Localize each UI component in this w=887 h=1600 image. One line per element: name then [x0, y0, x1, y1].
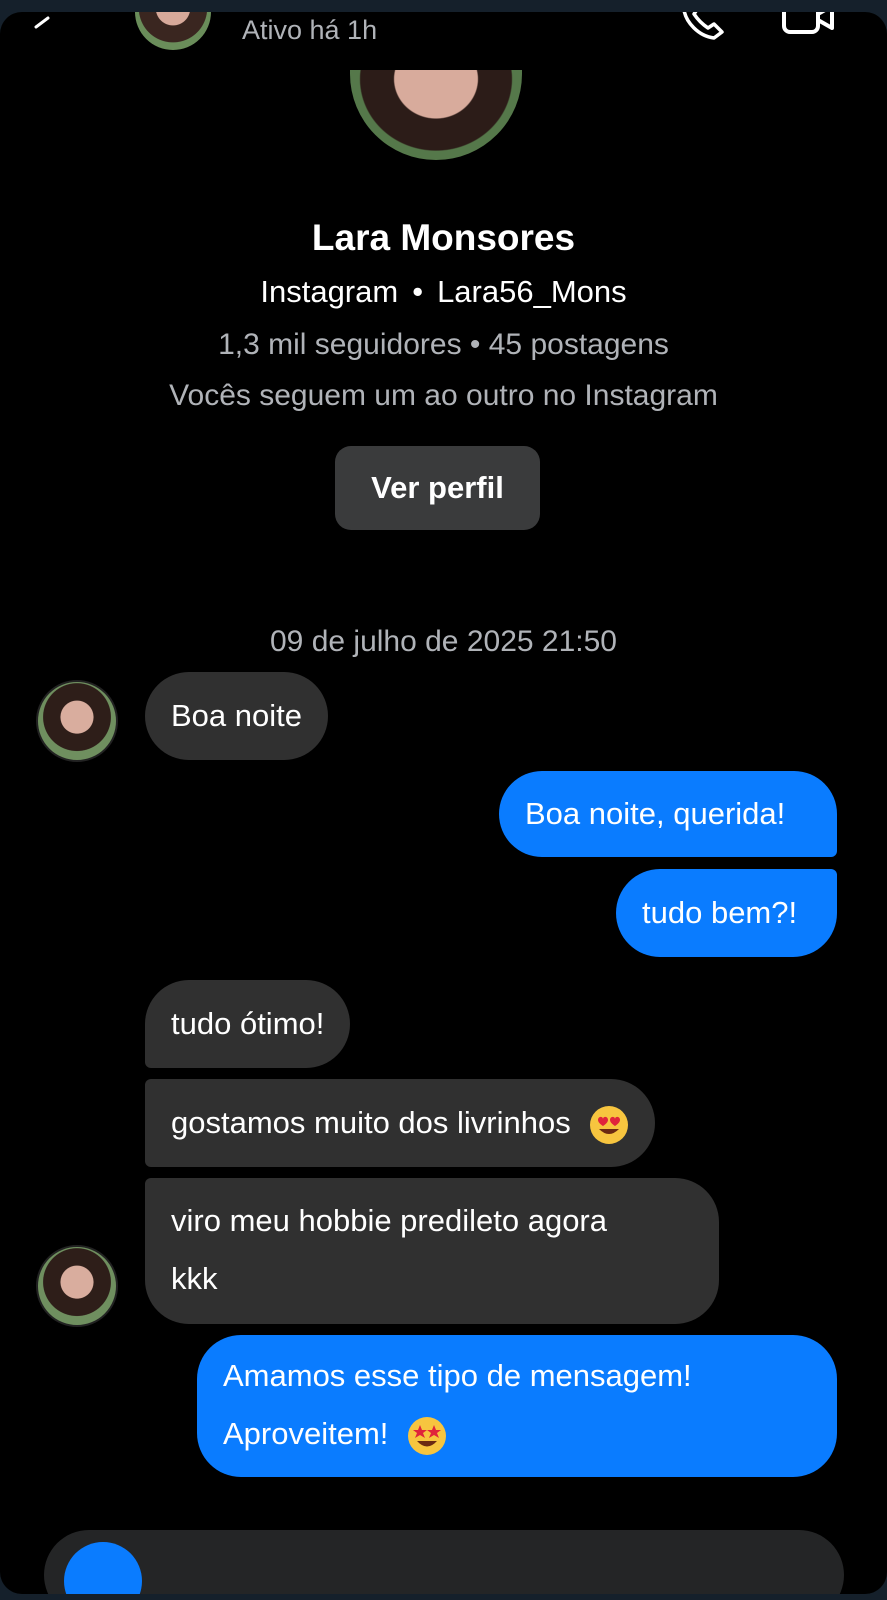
message-bubble-incoming[interactable]: gostamos muito dos livrinhos	[145, 1079, 656, 1167]
profile-platform: Instagram	[260, 274, 399, 309]
message-text: Boa noite	[171, 698, 302, 733]
message-text: Boa noite, querida!	[525, 796, 786, 831]
message-text: Aproveitem!	[223, 1416, 389, 1451]
message-bubble-incoming[interactable]: Boa noite	[145, 672, 328, 760]
chat-screen: Ativo há 1h Lara Monsores Instagram • Lara…	[0, 12, 887, 1594]
header-avatar[interactable]	[135, 12, 211, 50]
chat-header: Ativo há 1h	[0, 12, 887, 62]
message-text-line: kkk	[171, 1261, 218, 1296]
phone-call-icon[interactable]	[680, 12, 732, 44]
message-bubble-outgoing[interactable]: Amamos esse tipo de mensagem! Aproveitem…	[197, 1335, 837, 1477]
profile-name: Lara Monsores	[311, 217, 576, 258]
profile-mutual-follow: Vocês seguem um ao outro no Instagram	[169, 379, 718, 412]
message-bubble-incoming[interactable]: viro meu hobbie predileto agora kkk	[145, 1178, 719, 1324]
message-bubble-incoming[interactable]: tudo ótimo!	[145, 980, 351, 1068]
message-text-line: Amamos esse tipo de mensagem!	[223, 1358, 692, 1393]
view-profile-button[interactable]: Ver perfil	[335, 446, 540, 530]
video-call-icon[interactable]	[780, 12, 838, 40]
separator-dot: •	[412, 274, 424, 309]
message-bubble-outgoing[interactable]: Boa noite, querida!	[499, 771, 837, 857]
contact-avatar[interactable]	[36, 1245, 118, 1327]
message-text: tudo bem?!	[642, 895, 798, 930]
message-timestamp: 09 de julho de 2025 21:50	[270, 625, 617, 658]
message-bubble-outgoing[interactable]: tudo bem?!	[616, 869, 837, 957]
contact-avatar[interactable]	[36, 680, 118, 762]
heart-eyes-emoji-icon	[590, 1105, 629, 1144]
active-status: Ativo há 1h	[242, 15, 378, 45]
star-struck-emoji-icon	[408, 1416, 447, 1455]
back-arrow-icon[interactable]	[28, 14, 54, 40]
profile-username: Lara56_Mons	[437, 274, 627, 309]
profile-stats: 1,3 mil seguidores • 45 postagens	[218, 328, 669, 361]
message-text: tudo ótimo!	[171, 1006, 325, 1041]
message-text-line: Aproveitem!	[223, 1405, 811, 1463]
message-text: gostamos muito dos livrinhos	[171, 1105, 571, 1140]
profile-photo[interactable]	[350, 70, 522, 160]
profile-handle: Instagram • Lara56_Mons	[0, 274, 887, 310]
message-text-line: viro meu hobbie predileto agora	[171, 1203, 607, 1238]
composer-action-icon[interactable]	[64, 1542, 142, 1594]
message-composer[interactable]	[44, 1530, 844, 1594]
